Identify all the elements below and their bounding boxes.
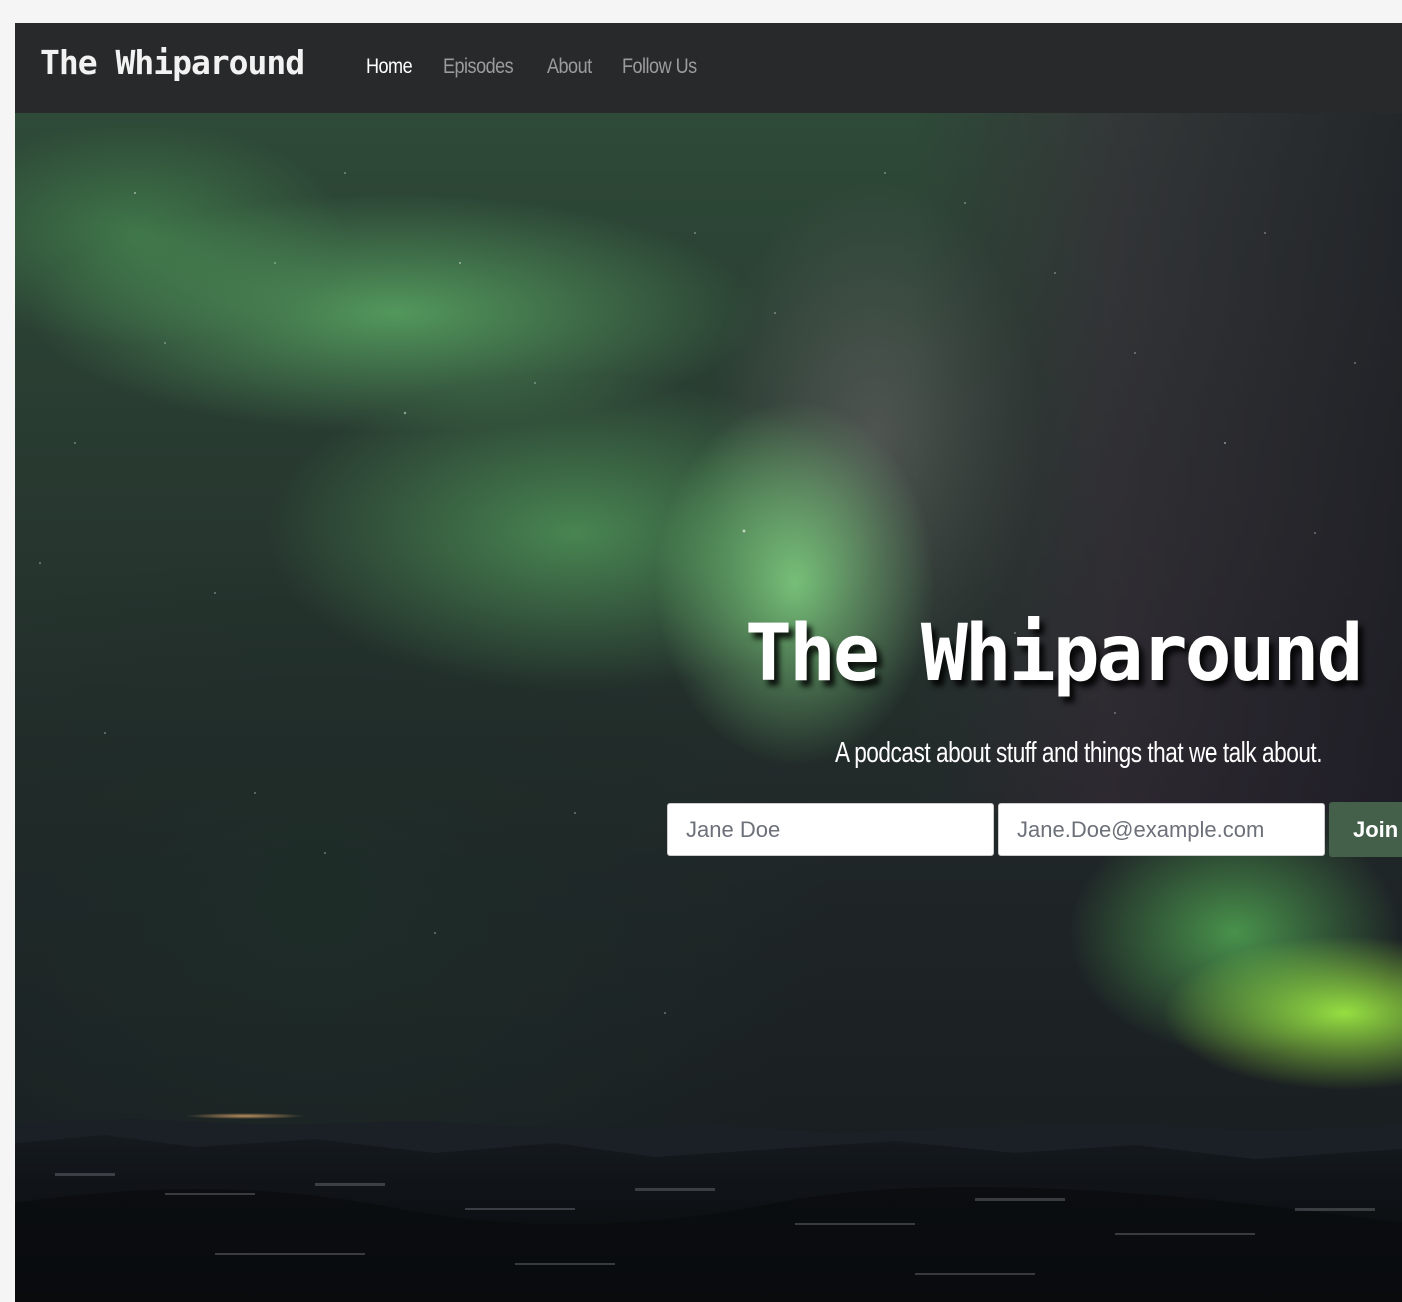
nav-link-home[interactable]: Home	[366, 55, 413, 79]
email-input[interactable]	[998, 803, 1325, 856]
nav-link-about[interactable]: About	[547, 55, 592, 79]
nav-links: Home Episodes About Follow Us	[366, 55, 732, 79]
nav-link-follow-us[interactable]: Follow Us	[622, 55, 697, 79]
hero-background-mountains	[15, 1119, 1402, 1302]
page-frame: The Whiparound Home Episodes About Follo…	[15, 23, 1402, 1302]
brand-logo[interactable]: The Whiparound	[40, 43, 305, 82]
hero-section: The Whiparound A podcast about stuff and…	[15, 113, 1402, 1302]
hero-title: The Whiparound	[745, 609, 1363, 699]
hero-subtitle: A podcast about stuff and things that we…	[835, 737, 1323, 769]
name-input[interactable]	[667, 803, 994, 856]
nav-link-episodes[interactable]: Episodes	[443, 55, 514, 79]
navbar: The Whiparound Home Episodes About Follo…	[15, 23, 1402, 113]
signup-form: Join	[667, 802, 1402, 857]
join-button[interactable]: Join	[1329, 802, 1402, 857]
